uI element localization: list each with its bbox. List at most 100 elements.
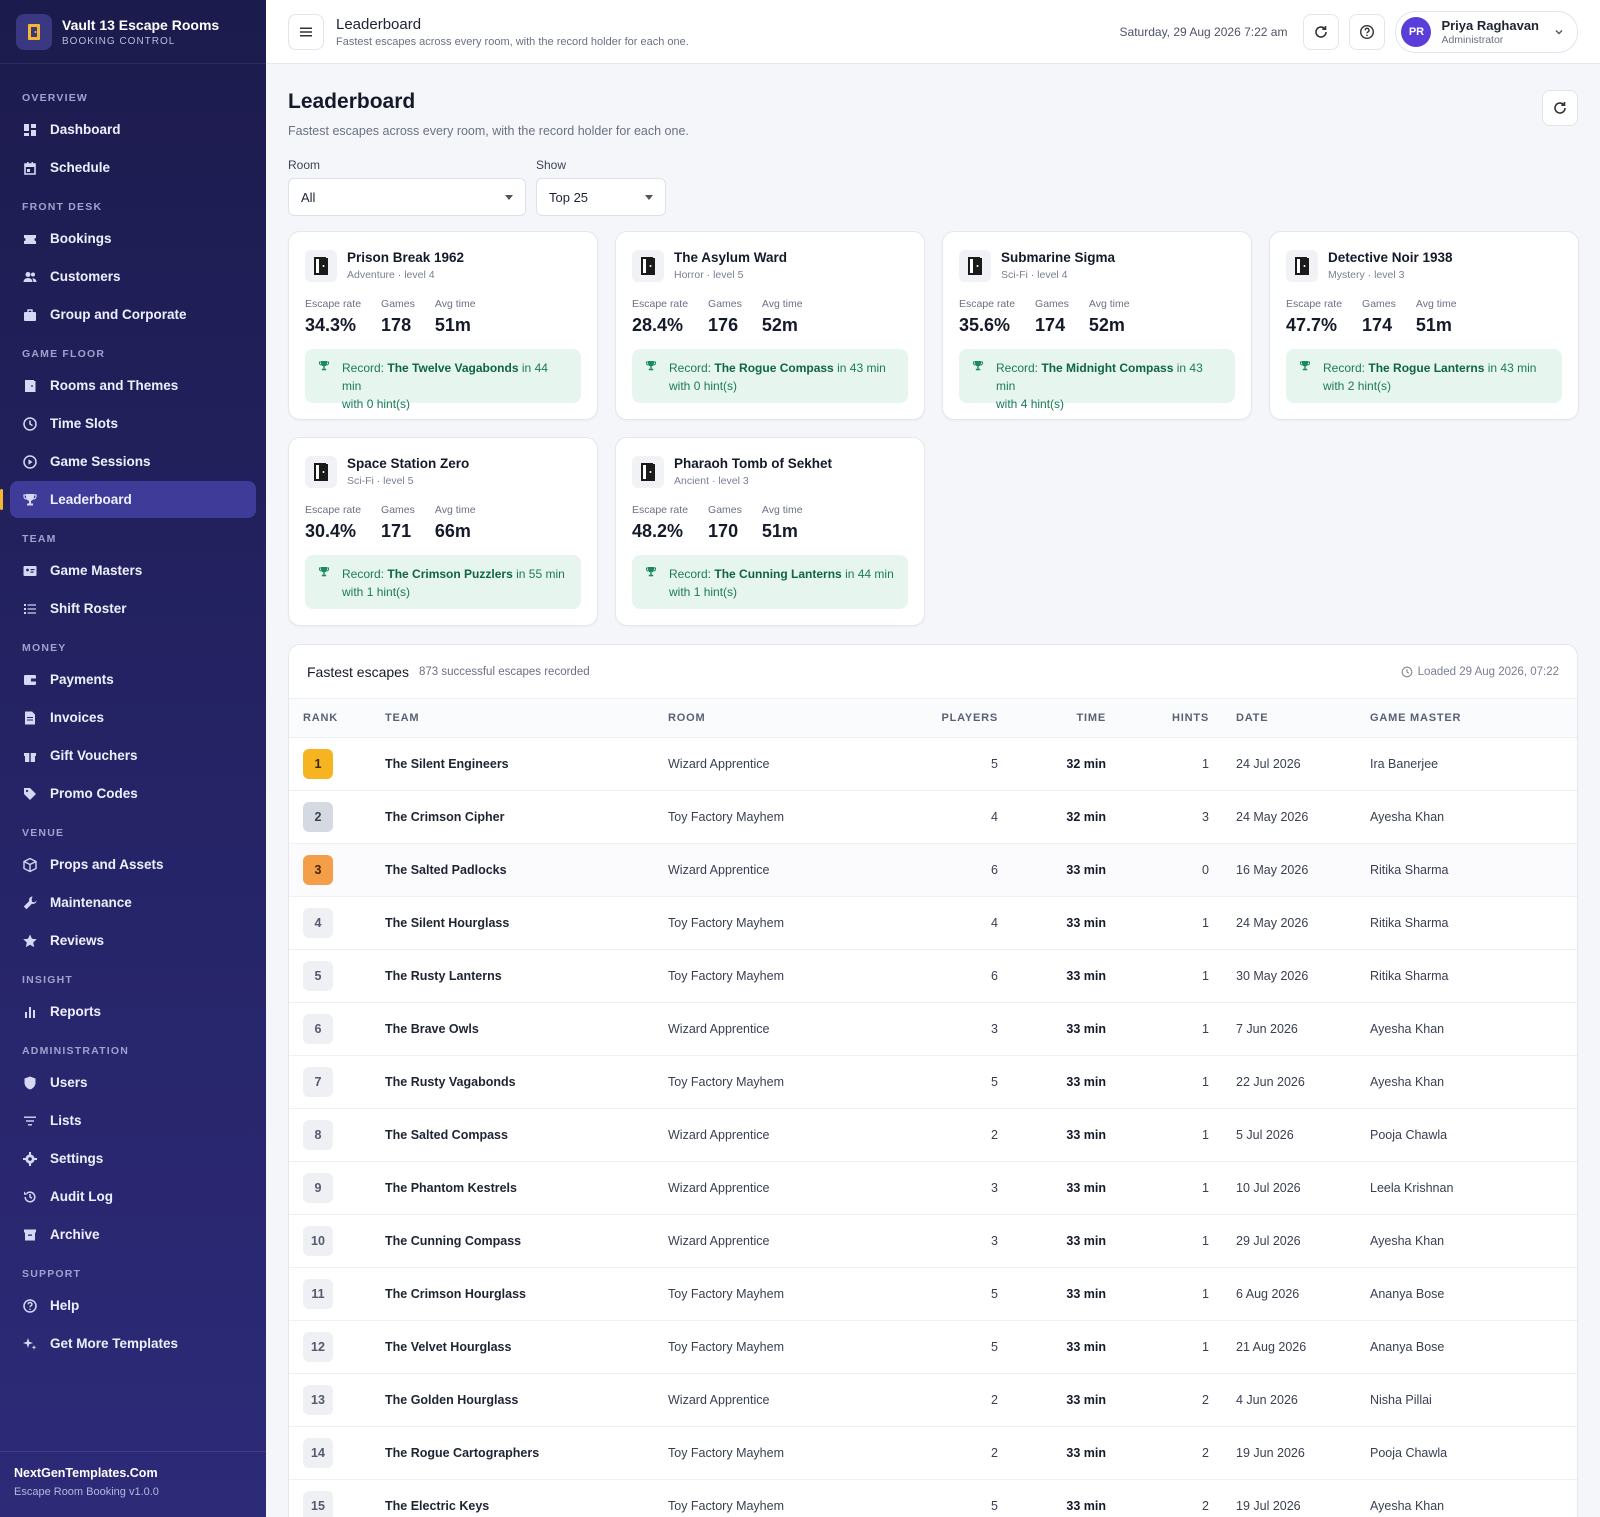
- nav-section-heading: GAME FLOOR: [22, 348, 106, 360]
- help-button[interactable]: [1349, 13, 1386, 50]
- sidebar-item-dashboard[interactable]: Dashboard: [10, 111, 256, 148]
- sidebar-item-bookings[interactable]: Bookings: [10, 220, 256, 257]
- sidebar-item-reports[interactable]: Reports: [10, 993, 256, 1030]
- col-players[interactable]: PLAYERS: [864, 699, 998, 738]
- hamburger-icon: [300, 27, 312, 36]
- table-row[interactable]: 3 The Salted Padlocks Wizard Apprentice …: [289, 843, 1577, 897]
- col-rank[interactable]: RANK: [289, 699, 385, 738]
- team-name[interactable]: The Silent Hourglass: [385, 896, 668, 950]
- history-icon: [24, 1190, 36, 1203]
- reload-leaderboard-button[interactable]: [1542, 90, 1578, 126]
- sidebar-item-invoices[interactable]: Invoices: [10, 699, 256, 736]
- footer-title[interactable]: NextGenTemplates.Com: [14, 1466, 252, 1480]
- team-name[interactable]: The Rogue Cartographers: [385, 1426, 668, 1480]
- list-icon: [24, 603, 36, 614]
- col-hints[interactable]: HINTS: [1106, 699, 1209, 738]
- room-name: Pharaoh Tomb of Sekhet: [674, 456, 833, 471]
- escape-date: 21 Aug 2026: [1209, 1320, 1370, 1374]
- sidebar-item-rooms-and-themes[interactable]: Rooms and Themes: [10, 367, 256, 404]
- table-row[interactable]: 5 The Rusty Lanterns Toy Factory Mayhem …: [289, 949, 1577, 1003]
- room-card[interactable]: Prison Break 1962 Adventure · level 4 Es…: [288, 231, 598, 420]
- games-value: 170: [708, 521, 739, 541]
- sidebar-item-maintenance[interactable]: Maintenance: [10, 884, 256, 921]
- table-row[interactable]: 1 The Silent Engineers Wizard Apprentice…: [289, 737, 1577, 791]
- hints-count: 1: [1106, 1002, 1209, 1056]
- sidebar-item-promo-codes[interactable]: Promo Codes: [10, 775, 256, 812]
- table-row[interactable]: 9 The Phantom Kestrels Wizard Apprentice…: [289, 1161, 1577, 1215]
- sidebar-item-gift-vouchers[interactable]: Gift Vouchers: [10, 737, 256, 774]
- games-value: 178: [381, 315, 412, 335]
- sidebar-item-label: Users: [50, 1075, 88, 1090]
- sidebar-item-game-sessions[interactable]: Game Sessions: [10, 443, 256, 480]
- table-row[interactable]: 10 The Cunning Compass Wizard Apprentice…: [289, 1214, 1577, 1268]
- players-count: 2: [864, 1426, 998, 1480]
- team-name[interactable]: The Salted Padlocks: [385, 843, 668, 897]
- table-row[interactable]: 11 The Crimson Hourglass Toy Factory May…: [289, 1267, 1577, 1321]
- rank-badge: 1: [303, 748, 333, 779]
- sidebar-item-help[interactable]: Help: [10, 1287, 256, 1324]
- col-team[interactable]: TEAM: [385, 699, 668, 738]
- sidebar-item-payments[interactable]: Payments: [10, 661, 256, 698]
- table-row[interactable]: 2 The Crimson Cipher Toy Factory Mayhem …: [289, 790, 1577, 844]
- team-name[interactable]: The Golden Hourglass: [385, 1373, 668, 1427]
- team-name[interactable]: The Rusty Vagabonds: [385, 1055, 668, 1109]
- table-row[interactable]: 14 The Rogue Cartographers Toy Factory M…: [289, 1426, 1577, 1480]
- table-row[interactable]: 6 The Brave Owls Wizard Apprentice 3 33 …: [289, 1002, 1577, 1056]
- stat-label: Games: [708, 504, 742, 516]
- sidebar-item-shift-roster[interactable]: Shift Roster: [10, 590, 256, 627]
- col-room[interactable]: ROOM: [668, 699, 864, 738]
- rank-badge: 2: [303, 801, 333, 832]
- table-row[interactable]: 4 The Silent Hourglass Toy Factory Mayhe…: [289, 896, 1577, 950]
- room-card[interactable]: Detective Noir 1938 Mystery · level 3 Es…: [1269, 231, 1579, 420]
- col-time[interactable]: TIME: [998, 699, 1106, 738]
- user-menu[interactable]: PR Priya Raghavan Administrator: [1395, 10, 1578, 53]
- refresh-button[interactable]: [1303, 13, 1340, 50]
- sidebar-item-leaderboard[interactable]: Leaderboard: [0, 481, 256, 518]
- brand[interactable]: Vault 13 Escape Rooms BOOKING CONTROL: [0, 0, 266, 64]
- room-card[interactable]: Pharaoh Tomb of Sekhet Ancient · level 3…: [615, 437, 925, 626]
- clock-icon: [1401, 666, 1413, 677]
- sidebar-item-audit-log[interactable]: Audit Log: [10, 1178, 256, 1215]
- sidebar-item-label: Lists: [50, 1113, 82, 1128]
- sidebar-item-customers[interactable]: Customers: [10, 258, 256, 295]
- room-card[interactable]: Submarine Sigma Sci-Fi · level 4 Escape …: [942, 231, 1252, 420]
- team-name[interactable]: The Crimson Cipher: [385, 790, 668, 844]
- room-filter-select[interactable]: All: [288, 178, 526, 216]
- sidebar-item-group-and-corporate[interactable]: Group and Corporate: [10, 296, 256, 333]
- invoice-icon: [25, 711, 35, 724]
- team-name[interactable]: The Phantom Kestrels: [385, 1161, 668, 1215]
- sidebar-item-time-slots[interactable]: Time Slots: [10, 405, 256, 442]
- menu-toggle-button[interactable]: [288, 13, 324, 50]
- sidebar-item-users[interactable]: Users: [10, 1064, 256, 1101]
- hints-count: 2: [1106, 1479, 1209, 1517]
- sidebar-item-archive[interactable]: Archive: [10, 1216, 256, 1253]
- team-name[interactable]: The Electric Keys: [385, 1479, 668, 1517]
- table-row[interactable]: 15 The Electric Keys Toy Factory Mayhem …: [289, 1479, 1577, 1517]
- room-name: Detective Noir 1938: [1328, 250, 1453, 265]
- sidebar-item-lists[interactable]: Lists: [10, 1102, 256, 1139]
- col-game-master[interactable]: GAME MASTER: [1370, 699, 1577, 738]
- team-name[interactable]: The Silent Engineers: [385, 737, 668, 791]
- room-card[interactable]: Space Station Zero Sci-Fi · level 5 Esca…: [288, 437, 598, 626]
- sidebar-item-game-masters[interactable]: Game Masters: [10, 552, 256, 589]
- sidebar-item-props-and-assets[interactable]: Props and Assets: [10, 846, 256, 883]
- table-row[interactable]: 12 The Velvet Hourglass Toy Factory Mayh…: [289, 1320, 1577, 1374]
- table-row[interactable]: 13 The Golden Hourglass Wizard Apprentic…: [289, 1373, 1577, 1427]
- sidebar-item-label: Game Masters: [50, 563, 143, 578]
- team-name[interactable]: The Velvet Hourglass: [385, 1320, 668, 1374]
- room-name: Toy Factory Mayhem: [668, 949, 864, 1003]
- team-name[interactable]: The Rusty Lanterns: [385, 949, 668, 1003]
- table-row[interactable]: 7 The Rusty Vagabonds Toy Factory Mayhem…: [289, 1055, 1577, 1109]
- col-date[interactable]: DATE: [1209, 699, 1370, 738]
- sidebar-item-schedule[interactable]: Schedule: [10, 149, 256, 186]
- team-name[interactable]: The Cunning Compass: [385, 1214, 668, 1268]
- team-name[interactable]: The Brave Owls: [385, 1002, 668, 1056]
- sidebar-item-get-more-templates[interactable]: Get More Templates: [10, 1325, 256, 1362]
- sidebar-item-reviews[interactable]: Reviews: [10, 922, 256, 959]
- team-name[interactable]: The Salted Compass: [385, 1108, 668, 1162]
- sidebar-item-settings[interactable]: Settings: [10, 1140, 256, 1177]
- room-card[interactable]: The Asylum Ward Horror · level 5 Escape …: [615, 231, 925, 420]
- table-row[interactable]: 8 The Salted Compass Wizard Apprentice 2…: [289, 1108, 1577, 1162]
- show-filter-select[interactable]: Top 25: [536, 178, 666, 216]
- team-name[interactable]: The Crimson Hourglass: [385, 1267, 668, 1321]
